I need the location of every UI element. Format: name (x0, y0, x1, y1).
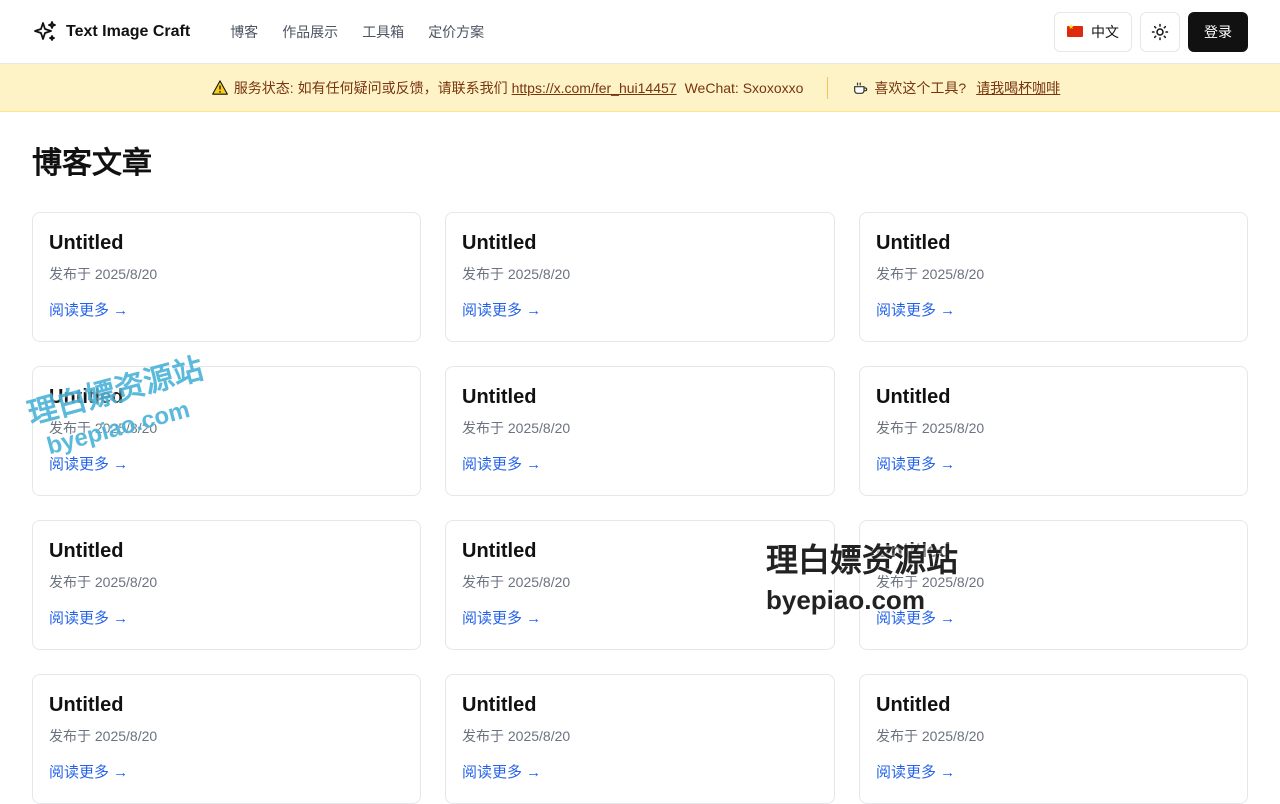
post-card[interactable]: Untitled 发布于 2025/8/20 阅读更多 → (859, 366, 1248, 496)
theme-toggle-button[interactable] (1140, 11, 1180, 52)
post-date: 发布于 2025/8/20 (876, 728, 985, 744)
post-card[interactable]: Untitled 发布于 2025/8/20 阅读更多 → (32, 520, 421, 650)
read-more-link[interactable]: 阅读更多 → (49, 301, 128, 321)
post-date: 发布于 2025/8/20 (462, 728, 571, 744)
status-text: 服务状态: 如有任何疑问或反馈，请联系我们 (233, 79, 508, 96)
main-nav: 博客 作品展示 工具箱 定价方案 (230, 22, 484, 42)
read-more-link[interactable]: 阅读更多 → (876, 455, 955, 475)
post-title: Untitled (462, 694, 537, 716)
posts-grid: Untitled 发布于 2025/8/20 阅读更多 → Untitled 发布于 … (32, 212, 1248, 804)
post-card[interactable]: Untitled 发布于 2025/8/20 阅读更多 → (445, 212, 835, 342)
read-more-link[interactable]: 阅读更多 → (49, 609, 128, 629)
post-date: 发布于 2025/8/20 (462, 574, 571, 590)
read-more-link[interactable]: 阅读更多 → (876, 763, 955, 783)
nav-item-toolbox[interactable]: 工具箱 (362, 22, 404, 42)
post-card[interactable]: Untitled 发布于 2025/8/20 阅读更多 → (859, 520, 1248, 650)
read-more-link[interactable]: 阅读更多 → (49, 763, 128, 783)
post-title: Untitled (49, 232, 124, 254)
language-button[interactable]: 中文 (1054, 11, 1132, 52)
warning-icon (211, 80, 228, 95)
top-header: Text Image Craft 博客 作品展示 工具箱 定价方案 中文 登录 (0, 0, 1280, 64)
post-date: 发布于 2025/8/20 (462, 266, 571, 282)
post-date: 发布于 2025/8/20 (462, 420, 571, 436)
buy-coffee-link[interactable]: 请我喝杯咖啡 (976, 78, 1060, 98)
post-card[interactable]: Untitled 发布于 2025/8/20 阅读更多 → (859, 212, 1248, 342)
main-content: 博客文章 Untitled 发布于 2025/8/20 阅读更多 → Untitle… (0, 146, 1280, 804)
post-title: Untitled (876, 694, 951, 716)
sun-icon (1151, 23, 1169, 41)
post-card[interactable]: Untitled 发布于 2025/8/20 阅读更多 → (32, 366, 421, 496)
page-title: 博客文章 (32, 147, 152, 180)
nav-item-showcase[interactable]: 作品展示 (282, 22, 338, 42)
read-more-link[interactable]: 阅读更多 → (462, 609, 541, 629)
post-title: Untitled (462, 540, 537, 562)
post-card[interactable]: Untitled 发布于 2025/8/20 阅读更多 → (445, 674, 835, 804)
read-more-link[interactable]: 阅读更多 → (876, 609, 955, 629)
post-title: Untitled (876, 232, 951, 254)
post-date: 发布于 2025/8/20 (49, 728, 158, 744)
post-date: 发布于 2025/8/20 (49, 420, 158, 436)
read-more-link[interactable]: 阅读更多 → (876, 301, 955, 321)
post-card[interactable]: Untitled 发布于 2025/8/20 阅读更多 → (445, 520, 835, 650)
post-title: Untitled (49, 540, 124, 562)
sparkles-icon (32, 19, 58, 45)
post-date: 发布于 2025/8/20 (876, 266, 985, 282)
contact-link[interactable]: https://x.com/fer_hui14457 (512, 80, 677, 96)
wechat-text: WeChat: Sxoxoxxo (684, 79, 804, 96)
brand-name: Text Image Craft (66, 22, 191, 40)
login-button[interactable]: 登录 (1188, 11, 1248, 52)
nav-item-pricing[interactable]: 定价方案 (428, 22, 484, 42)
coffee-text: 喜欢这个工具? (874, 79, 967, 96)
banner-divider (827, 76, 829, 99)
post-date: 发布于 2025/8/20 (876, 574, 985, 590)
post-card[interactable]: Untitled 发布于 2025/8/20 阅读更多 → (859, 674, 1248, 804)
cn-flag-icon (1067, 23, 1083, 37)
post-title: Untitled (462, 232, 537, 254)
post-title: Untitled (876, 386, 951, 408)
language-label: 中文 (1091, 23, 1119, 40)
post-title: Untitled (462, 386, 537, 408)
post-title: Untitled (49, 694, 124, 716)
post-title: Untitled (876, 540, 951, 562)
read-more-link[interactable]: 阅读更多 → (462, 301, 541, 321)
post-date: 发布于 2025/8/20 (876, 420, 985, 436)
post-title: Untitled (49, 386, 124, 408)
read-more-link[interactable]: 阅读更多 → (49, 455, 128, 475)
post-date: 发布于 2025/8/20 (49, 266, 158, 282)
post-card[interactable]: Untitled 发布于 2025/8/20 阅读更多 → (32, 674, 421, 804)
read-more-link[interactable]: 阅读更多 → (462, 455, 541, 475)
coffee-icon (852, 80, 868, 96)
post-card[interactable]: Untitled 发布于 2025/8/20 阅读更多 → (32, 212, 421, 342)
status-banner: 服务状态: 如有任何疑问或反馈，请联系我们 https://x.com/fer_… (0, 64, 1280, 112)
post-date: 发布于 2025/8/20 (49, 574, 158, 590)
post-card[interactable]: Untitled 发布于 2025/8/20 阅读更多 → (445, 366, 835, 496)
nav-item-blog[interactable]: 博客 (230, 22, 258, 42)
brand[interactable]: Text Image Craft (32, 19, 190, 45)
read-more-link[interactable]: 阅读更多 → (462, 763, 541, 783)
header-actions: 中文 登录 (1054, 11, 1248, 52)
